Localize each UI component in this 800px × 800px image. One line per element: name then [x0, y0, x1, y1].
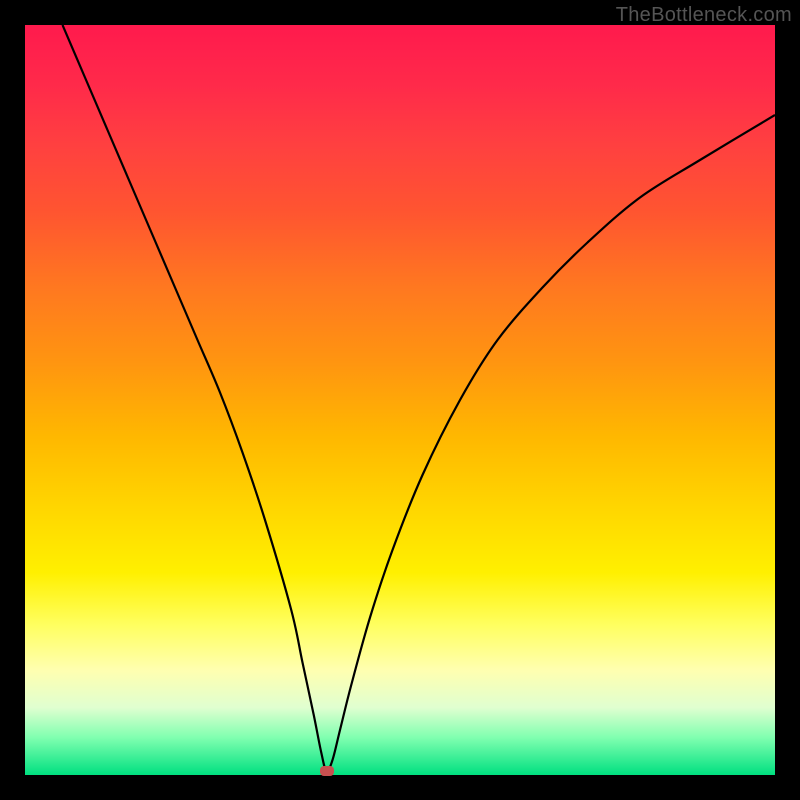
plot-area	[25, 25, 775, 775]
bottleneck-curve	[63, 25, 776, 771]
optimal-marker	[320, 766, 334, 776]
curve-svg	[25, 25, 775, 775]
watermark-text: TheBottleneck.com	[616, 4, 792, 27]
chart-container: TheBottleneck.com	[0, 0, 800, 800]
